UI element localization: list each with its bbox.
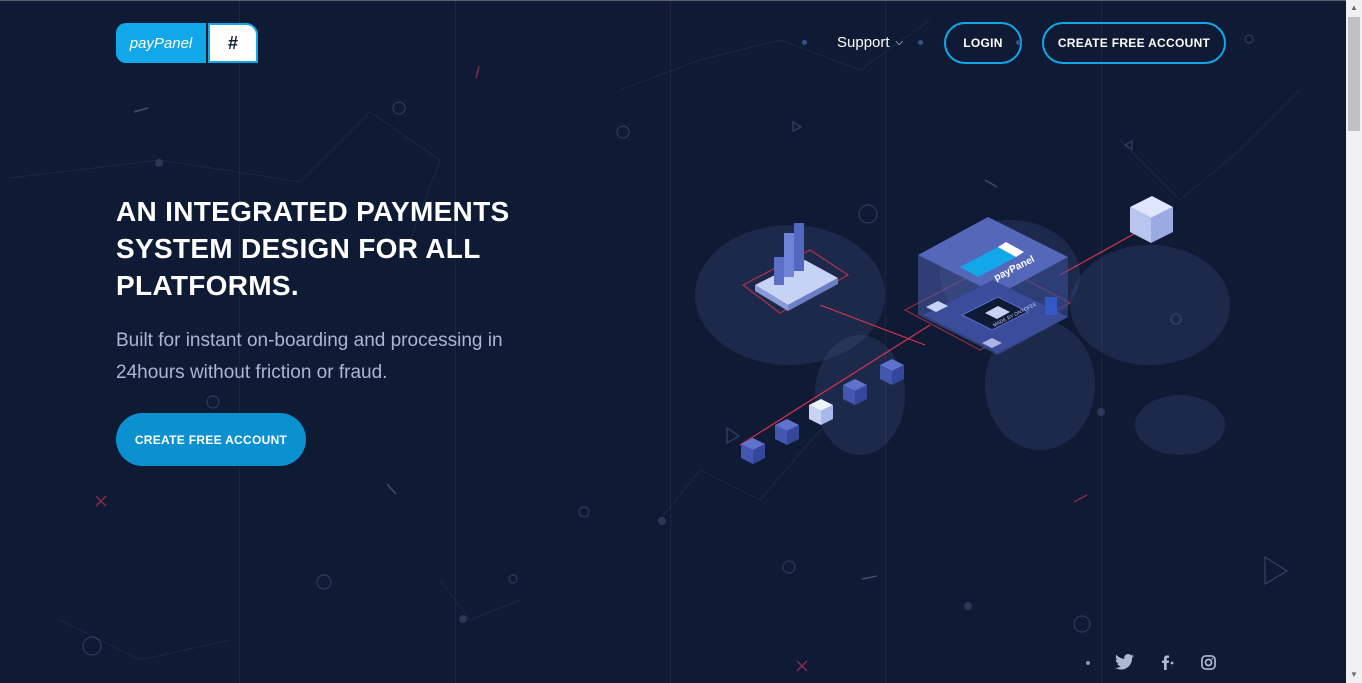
top-navigation: Support ⌵ LOGIN CREATE FREE ACCOUNT: [0, 22, 1346, 64]
cube-top-right: [1130, 196, 1173, 243]
scrollbar-thumb[interactable]: [1348, 17, 1360, 131]
isometric-payments-illustration: payPanel MADE BY ONYOFEE: [680, 185, 1240, 485]
facebook-icon[interactable]: [1156, 652, 1176, 672]
scroll-down-arrow-icon[interactable]: ▼: [1346, 667, 1362, 683]
create-account-cta-button[interactable]: CREATE FREE ACCOUNT: [116, 413, 306, 466]
top-border: [0, 0, 1362, 1]
hero-title: AN INTEGRATED PAYMENTS SYSTEM DESIGN FOR…: [116, 196, 510, 301]
instagram-icon[interactable]: [1198, 652, 1218, 672]
support-label: Support: [837, 34, 890, 51]
vertical-scrollbar[interactable]: ▲ ▼: [1346, 0, 1362, 683]
create-account-header-button[interactable]: CREATE FREE ACCOUNT: [1042, 22, 1226, 64]
support-menu[interactable]: Support ⌵: [837, 34, 903, 51]
hero-subtitle: Built for instant on-boarding and proces…: [116, 330, 503, 383]
nav-decor-dot: [918, 40, 923, 45]
nav-decor-dot: [802, 40, 807, 45]
scroll-up-arrow-icon[interactable]: ▲: [1346, 0, 1362, 16]
login-button[interactable]: LOGIN: [944, 22, 1022, 64]
twitter-icon[interactable]: [1114, 652, 1134, 672]
nav-decor-dot: [1016, 40, 1021, 45]
social-decor-dot: [1086, 661, 1090, 665]
social-links: [1086, 652, 1240, 672]
chevron-down-icon: ⌵: [895, 37, 904, 48]
